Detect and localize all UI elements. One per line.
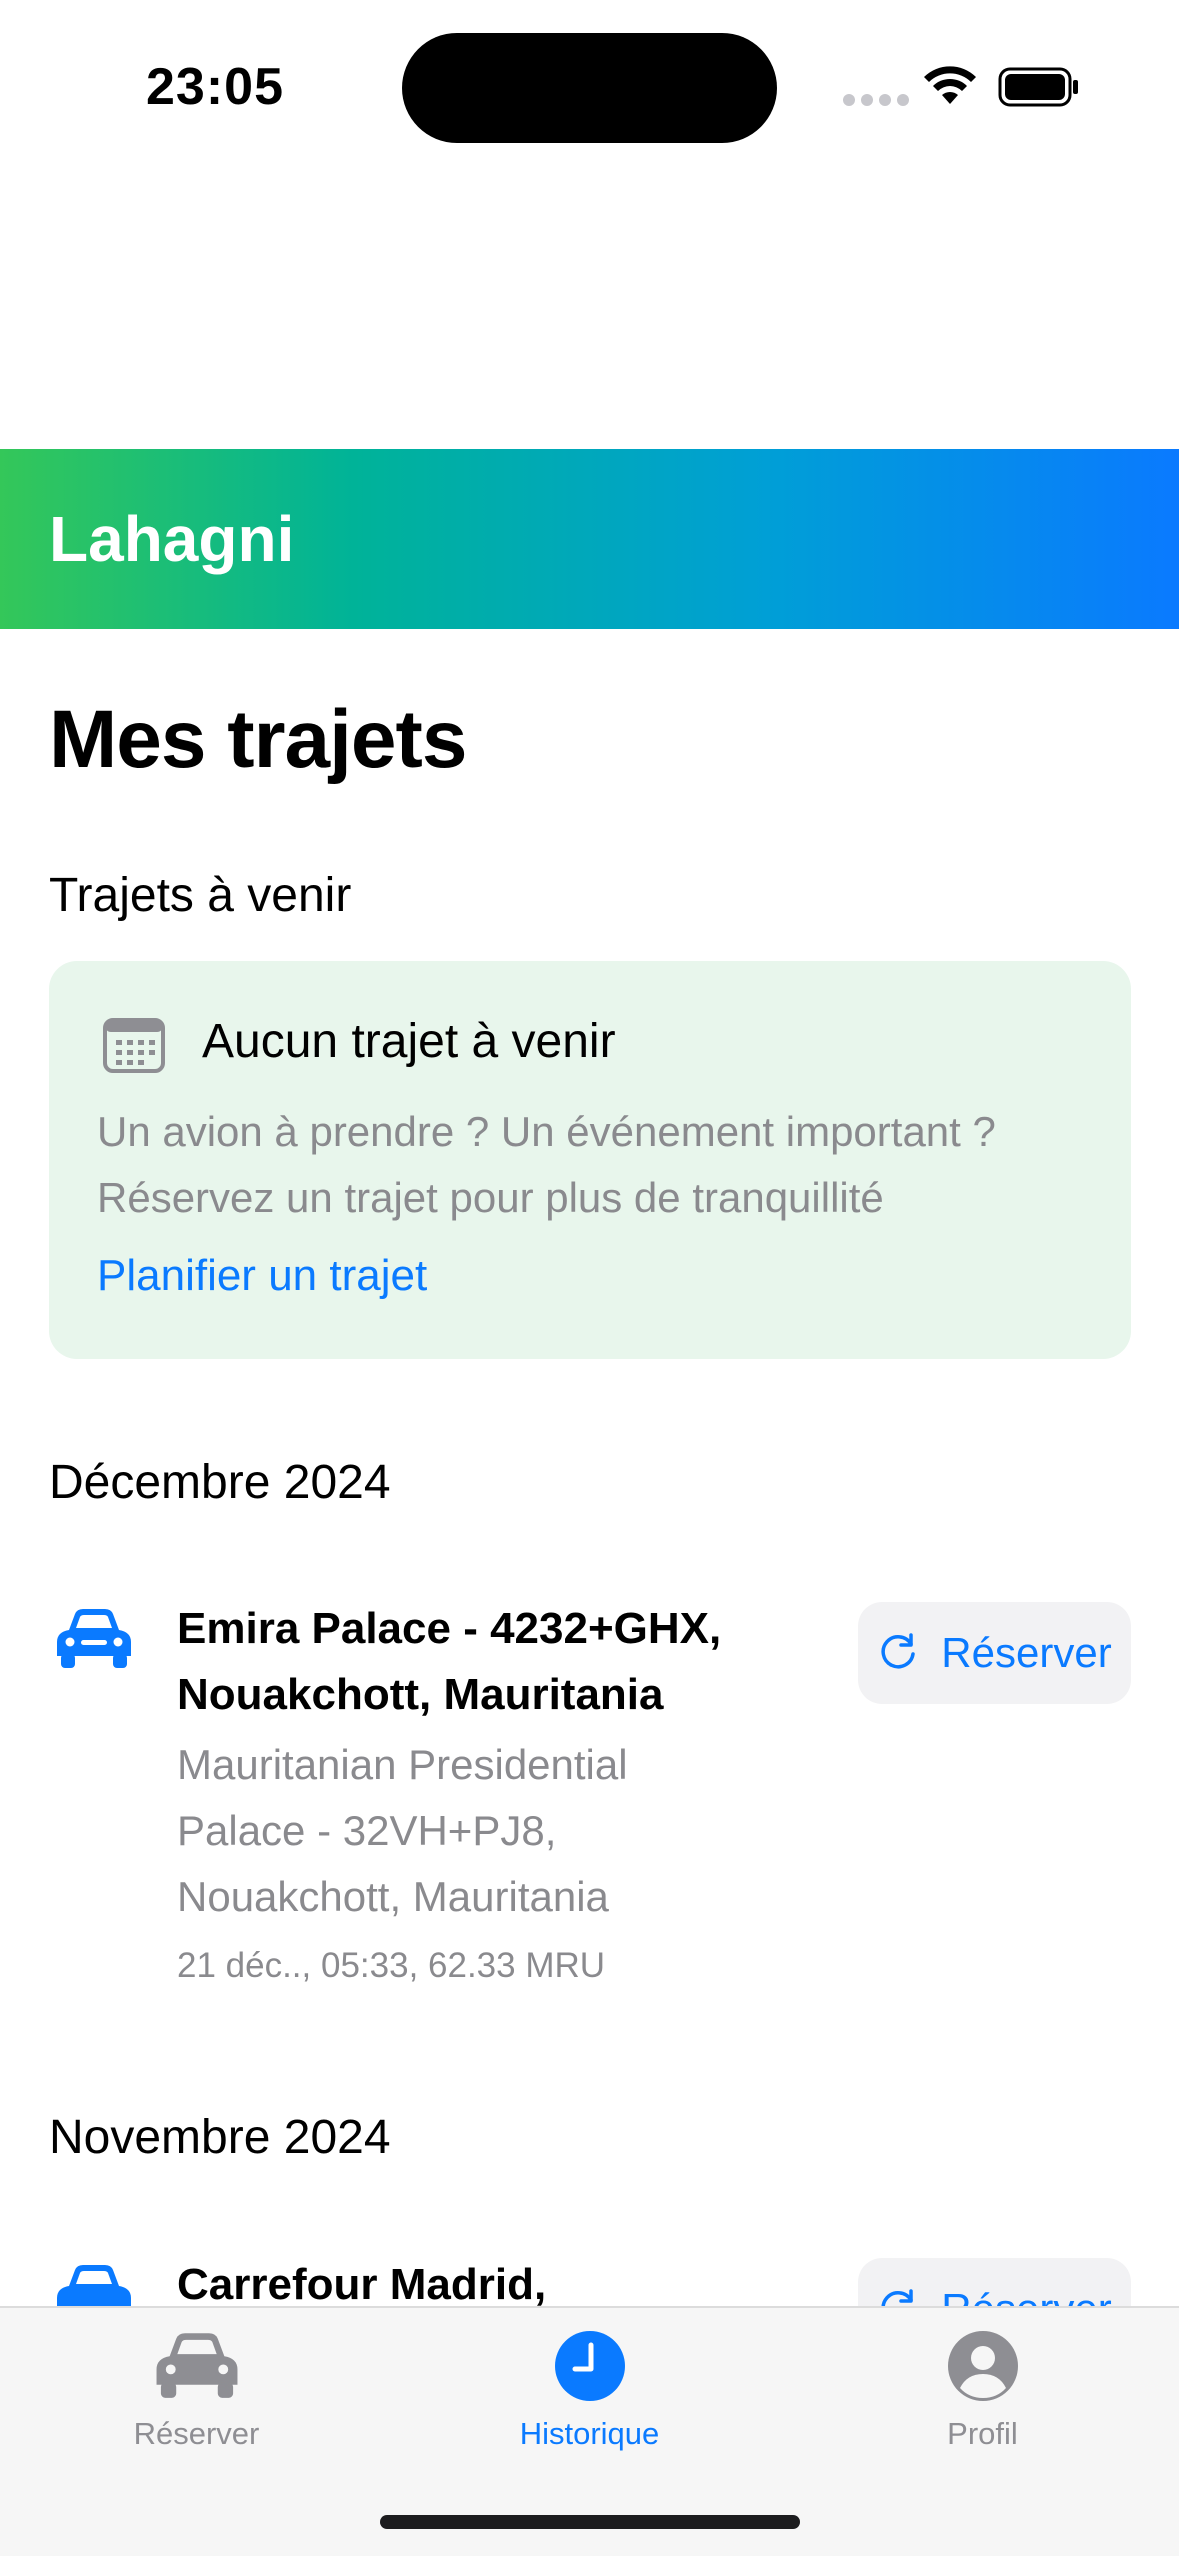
- trip-origin: Emira Palace - 4232+GHX, Nouakchott, Mau…: [177, 1604, 722, 1719]
- trip-row[interactable]: Emira Palace - 4232+GHX, Nouakchott, Mau…: [0, 1596, 1179, 1996]
- dynamic-island: [402, 33, 777, 143]
- car-icon: [57, 1609, 131, 1668]
- tab-label: Profil: [947, 2416, 1018, 2451]
- trip-meta: 21 déc.., 05:33, 62.33 MRU: [177, 1946, 606, 1985]
- tab-profil[interactable]: Profil: [786, 2308, 1179, 2488]
- rebook-label: Réserver: [941, 1629, 1112, 1676]
- rebook-button[interactable]: Réserver: [858, 1602, 1131, 1704]
- clock-icon: [554, 2331, 625, 2401]
- car-icon: [156, 2333, 237, 2398]
- status-time: 23:05: [146, 58, 284, 116]
- wifi-icon: [924, 66, 976, 104]
- empty-title: Aucun trajet à venir: [202, 1015, 616, 1068]
- page-title: Mes trajets: [49, 694, 467, 785]
- empty-description: Un avion à prendre ? Un événement import…: [97, 1108, 996, 1221]
- cellular-signal-icon: [843, 94, 909, 106]
- calendar-icon: [103, 1018, 165, 1073]
- tab-label: Réserver: [133, 2416, 260, 2451]
- tab-historique[interactable]: Historique: [393, 2308, 786, 2488]
- empty-upcoming-card: Aucun trajet à venir Un avion à prendre …: [49, 961, 1131, 1359]
- home-indicator[interactable]: [380, 2515, 800, 2529]
- tab-reserver[interactable]: Réserver: [0, 2308, 393, 2488]
- tab-label: Historique: [519, 2416, 660, 2451]
- plan-trip-link[interactable]: Planifier un trajet: [97, 1246, 427, 1306]
- upcoming-heading: Trajets à venir: [49, 869, 352, 922]
- battery-icon: [998, 67, 1078, 107]
- month-heading: Décembre 2024: [49, 1456, 391, 1509]
- month-heading: Novembre 2024: [49, 2111, 391, 2164]
- screen: 23:05 Lahagni Mes trajets Trajets à veni…: [0, 0, 1179, 2556]
- refresh-icon: [881, 1633, 916, 1669]
- brand-header: Lahagni: [0, 449, 1179, 629]
- trip-destination: Mauritanian Presidential Palace - 32VH+P…: [177, 1741, 628, 1920]
- brand-title: Lahagni: [49, 503, 295, 575]
- person-icon: [947, 2331, 1018, 2401]
